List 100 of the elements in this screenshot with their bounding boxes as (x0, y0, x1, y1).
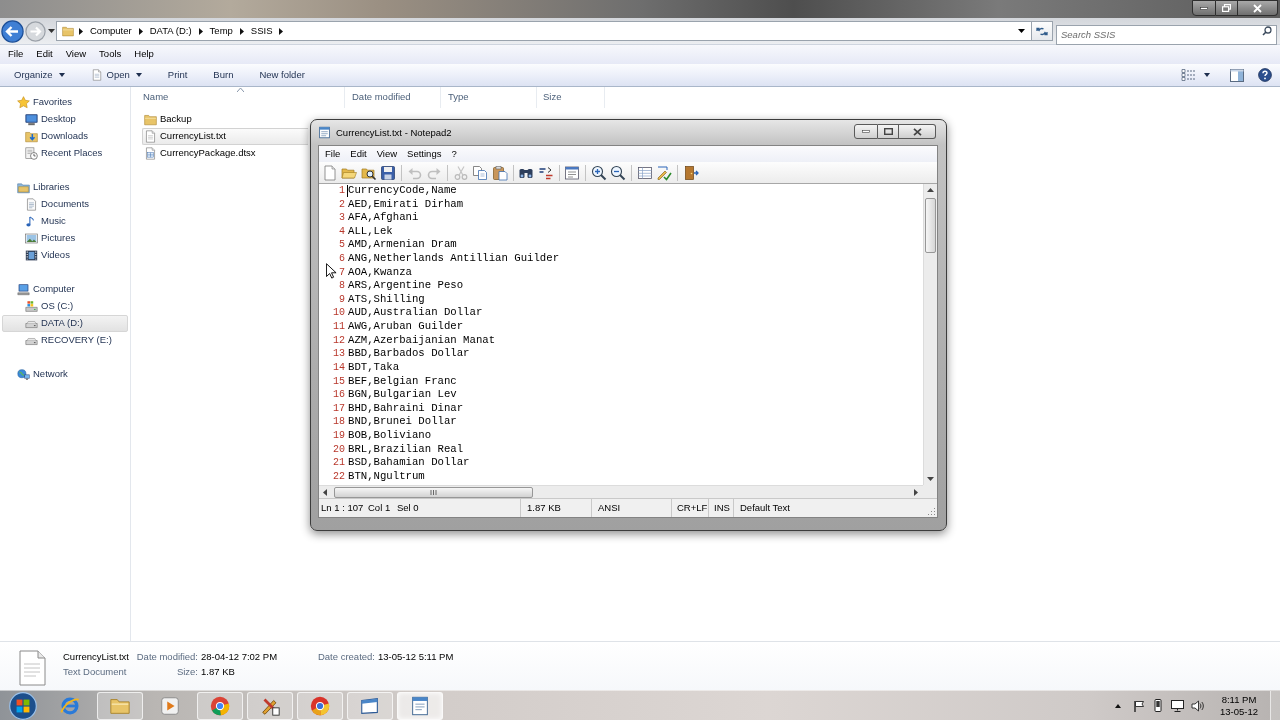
column-header[interactable]: Size (537, 87, 605, 108)
restore-button[interactable] (1216, 0, 1238, 16)
nav-item[interactable]: DATA (D:) (2, 315, 128, 332)
breadcrumb-item[interactable]: Temp (207, 23, 235, 39)
directory-entry[interactable]: CurrencyList.txt (142, 128, 308, 145)
taskbar-button[interactable] (347, 691, 393, 720)
nav-item[interactable]: Downloads (2, 128, 128, 145)
window-list-icon[interactable] (564, 164, 581, 181)
scrollbar-thumb[interactable] (334, 486, 533, 498)
start-orb-icon[interactable] (8, 691, 37, 720)
menu-item[interactable]: Edit (31, 47, 58, 62)
minimize-button[interactable] (854, 124, 878, 139)
caret-down-icon[interactable] (1018, 29, 1025, 33)
library-icon (17, 181, 30, 194)
flag-icon[interactable] (1133, 699, 1145, 712)
directory-entry[interactable]: CurrencyPackage.dtsx (142, 145, 308, 162)
paste-icon[interactable] (491, 164, 508, 181)
taskbar-button[interactable] (197, 691, 243, 720)
network-icon (17, 368, 30, 381)
breadcrumb-arrow-icon[interactable] (198, 27, 203, 35)
vertical-scrollbar[interactable] (923, 184, 937, 485)
help-icon[interactable] (1258, 68, 1272, 82)
back-icon[interactable] (1, 19, 24, 43)
nav-item[interactable]: Documents (2, 196, 128, 213)
scroll-up-icon[interactable] (927, 188, 934, 192)
scroll-right-icon[interactable] (914, 488, 918, 496)
status-text: CR+LF (671, 499, 708, 517)
code-line: AMD,Armenian Dram (348, 238, 457, 253)
menu-item[interactable]: File (3, 47, 29, 62)
clock-date[interactable]: 13-05-12 (1220, 705, 1258, 718)
door-exit-icon[interactable] (682, 164, 699, 181)
speaker-icon[interactable] (1191, 699, 1204, 712)
save-icon[interactable] (380, 164, 397, 181)
toolbar-button[interactable]: Organize (8, 64, 71, 86)
view-options-icon[interactable] (1181, 68, 1196, 82)
nav-item[interactable]: Music (2, 213, 128, 230)
pencil-check-icon[interactable] (656, 164, 673, 181)
menu-item[interactable]: Edit (345, 146, 372, 162)
directory-entry[interactable]: Backup (142, 111, 308, 128)
search-field[interactable]: Search SSIS (1056, 24, 1277, 45)
replace-icon[interactable] (537, 164, 554, 181)
caret-down-icon[interactable] (48, 29, 55, 33)
search-icon[interactable] (1262, 26, 1272, 36)
refresh-button[interactable] (1032, 21, 1053, 41)
zoom-out-icon[interactable] (610, 164, 627, 181)
nav-group[interactable]: Favorites (2, 94, 128, 111)
nav-group[interactable]: Libraries (2, 179, 128, 196)
address-bar[interactable]: Computer DATA (D:) Temp SSIS (56, 21, 1032, 41)
nav-item[interactable]: Pictures (2, 230, 128, 247)
breadcrumb-item[interactable]: SSIS (248, 23, 275, 39)
toolbar-button[interactable]: Print (161, 64, 194, 86)
caret-down-icon[interactable] (1204, 73, 1210, 77)
menu-item[interactable]: Settings (402, 146, 447, 162)
column-header[interactable]: Name (131, 87, 345, 108)
column-header[interactable]: Type (441, 87, 537, 108)
toolbar-button[interactable]: New folder (253, 64, 311, 86)
clock-time[interactable]: 8:11 PM (1221, 693, 1257, 706)
close-button[interactable] (1238, 0, 1278, 16)
nav-item[interactable]: Recent Places (2, 145, 128, 162)
resize-grip-icon[interactable] (927, 507, 935, 515)
menu-item[interactable]: Help (129, 47, 159, 62)
breadcrumb-item[interactable]: DATA (D:) (147, 23, 194, 39)
nav-item[interactable]: RECOVERY (E:) (2, 332, 128, 349)
taskbar-button[interactable] (247, 691, 293, 720)
taskbar-button[interactable] (397, 691, 443, 720)
nav-item[interactable]: OS (C:) (2, 298, 128, 315)
copy-icon[interactable] (472, 164, 489, 181)
nav-item[interactable]: Videos (2, 247, 128, 264)
nav-group[interactable]: Network (2, 366, 128, 383)
nav-group[interactable]: Computer (2, 281, 128, 298)
taskbar-button[interactable] (297, 691, 343, 720)
breadcrumb-arrow-icon[interactable] (138, 27, 143, 35)
breadcrumb-arrow-icon[interactable] (79, 27, 83, 35)
grid-icon[interactable] (636, 164, 653, 181)
menu-item[interactable]: View (371, 146, 403, 162)
menu-item[interactable]: View (60, 47, 92, 62)
toolbar-button[interactable]: Open (84, 64, 148, 86)
column-header[interactable]: Date modified (345, 87, 441, 108)
maximize-button[interactable] (878, 124, 899, 139)
monitor-icon[interactable] (1171, 699, 1184, 712)
status-text: ANSI (591, 499, 671, 517)
menu-item[interactable]: Tools (94, 47, 127, 62)
scrollbar-thumb[interactable] (925, 198, 936, 253)
device-icon[interactable] (1152, 699, 1164, 712)
preview-pane-icon[interactable] (1230, 68, 1244, 82)
horizontal-scrollbar[interactable] (319, 485, 923, 498)
breadcrumb-arrow-icon[interactable] (279, 27, 284, 35)
breadcrumb-arrow-icon[interactable] (239, 27, 244, 35)
caret-up-icon[interactable] (1115, 703, 1121, 708)
nav-item[interactable]: Desktop (2, 111, 128, 128)
zoom-in-icon[interactable] (590, 164, 607, 181)
scroll-left-icon[interactable] (323, 488, 327, 496)
menu-item[interactable]: File (320, 146, 346, 162)
system-drive-icon (25, 300, 38, 313)
breadcrumb-item[interactable]: Computer (88, 23, 134, 39)
minimize-button[interactable] (1192, 0, 1216, 16)
menu-item[interactable]: ? (446, 146, 462, 162)
toolbar-button[interactable]: Burn (207, 64, 240, 86)
scroll-down-icon[interactable] (927, 477, 934, 481)
close-button[interactable] (899, 124, 936, 139)
